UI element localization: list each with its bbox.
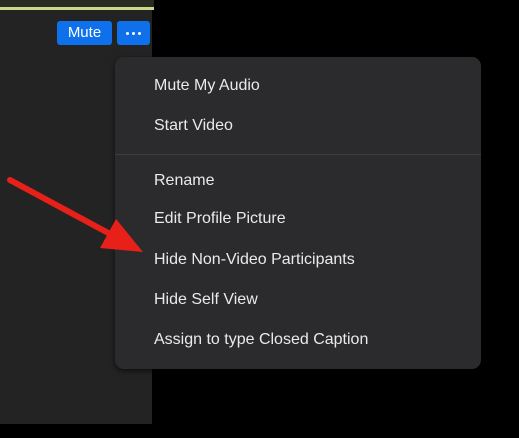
menu-divider	[115, 154, 481, 155]
more-options-button[interactable]	[117, 21, 150, 45]
menu-item-edit-profile-picture[interactable]: Edit Profile Picture	[154, 204, 469, 234]
menu-item-rename[interactable]: Rename	[154, 166, 469, 196]
menu-item-mute-my-audio[interactable]: Mute My Audio	[154, 71, 469, 101]
participant-context-menu: Mute My Audio Start Video Rename Edit Pr…	[115, 57, 481, 369]
mute-button[interactable]: Mute	[57, 21, 112, 45]
active-speaker-border	[0, 0, 154, 10]
menu-item-hide-non-video-participants[interactable]: Hide Non-Video Participants	[154, 245, 469, 275]
menu-item-start-video[interactable]: Start Video	[154, 111, 469, 141]
menu-item-assign-closed-caption[interactable]: Assign to type Closed Caption	[154, 325, 469, 355]
ellipsis-icon	[126, 31, 141, 35]
zoom-meeting-view: Mute Mute My Audio Start Video Rename Ed…	[0, 0, 519, 438]
menu-item-hide-self-view[interactable]: Hide Self View	[154, 285, 469, 315]
